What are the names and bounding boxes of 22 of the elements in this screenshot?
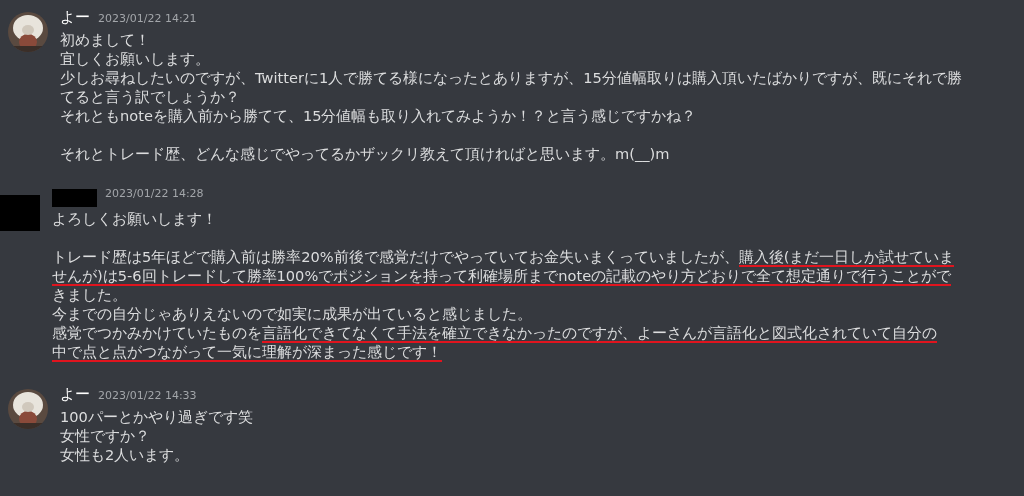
message-text: てると言う訳でしょうか？: [60, 87, 241, 106]
message-text: 初めまして！: [60, 30, 151, 49]
message-text: それともnoteを購入前から勝てて、15分値幅も取り入れてみようか！？と言う感じですかね？: [60, 106, 698, 125]
message-text: せんが)は5-6回トレードして勝率100%でポジションを持って利確場所までnoteの記載のやり方どおりで全て想定通りで行うことがで: [52, 266, 953, 285]
message-text: 女性も2人います。: [60, 445, 191, 464]
redaction-box: [52, 189, 97, 207]
timestamp: 2023/01/22 14:33: [98, 389, 197, 402]
timestamp: 2023/01/22 14:21: [98, 12, 197, 25]
message-text: 少しお尋ねしたいのですが、Twitterに1人で勝てる様になったとありますが、15分値幅取りは購入頂いたばかりですが、既にそれで勝: [60, 68, 962, 87]
username: よー: [60, 385, 90, 404]
timestamp: 2023/01/22 14:28: [105, 187, 204, 200]
message-text: よろしくお願いします！: [52, 209, 218, 228]
message-text: それとトレード歴、どんな感じでやってるかザックリ教えて頂ければと思います。m(__)m: [60, 144, 671, 163]
username: よー: [60, 8, 90, 27]
message-text: 今までの自分じゃありえないので如実に成果が出ていると感じました。: [52, 304, 533, 323]
message-text: きました。: [52, 285, 128, 304]
message-text: 中で点と点がつながって一気に理解が深まった感じです！: [52, 342, 443, 361]
message-text: 女性ですか？: [60, 426, 151, 445]
message-text: 感覚でつかみかけていたものを言語化できてなくて手法を確立できなかったのですが、よーさんが言語化と図式化されていて自分の: [52, 323, 938, 342]
message-text: トレード歴は5年ほどで購入前は勝率20%前後で感覚だけでやっていてお金失いまくっていましたが、購入後(まだ一日しか試せていま: [52, 247, 955, 266]
message-text: 宜しくお願いします。: [60, 49, 211, 68]
message-text: 100パーとかやり過ぎです笑: [60, 407, 253, 426]
